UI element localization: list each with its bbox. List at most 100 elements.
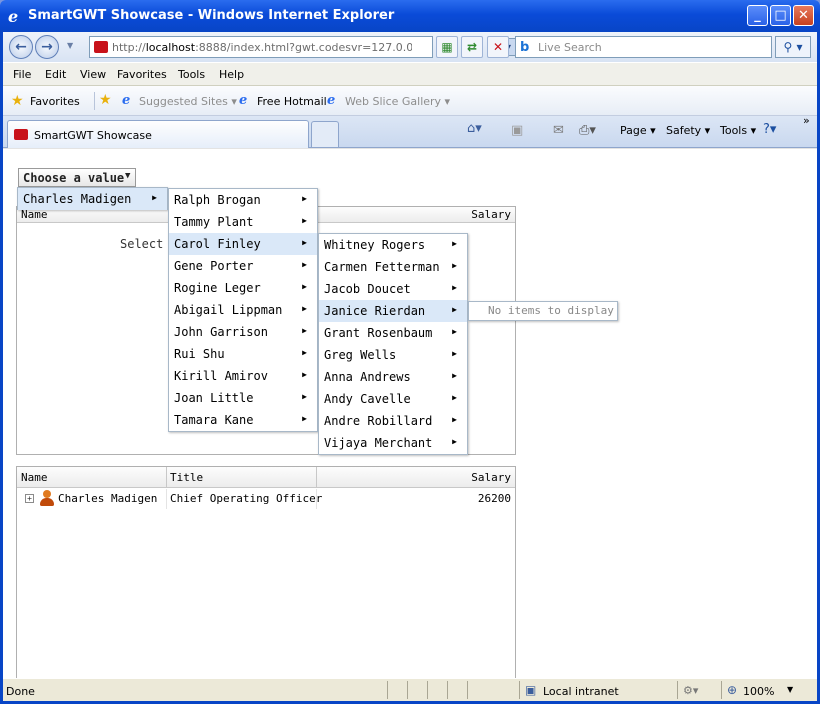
header-salary[interactable]: Salary bbox=[471, 471, 511, 484]
protected-mode-icon[interactable]: ⚙▾ bbox=[683, 684, 698, 697]
home-icon[interactable]: ⌂▾ bbox=[467, 121, 482, 136]
help-icon[interactable]: ?▾ bbox=[763, 122, 776, 137]
submenu-arrow-icon: ▶ bbox=[302, 392, 307, 401]
menu-item[interactable]: Whitney Rogers ▶ bbox=[319, 234, 467, 256]
window-titlebar[interactable]: e SmartGWT Showcase - Windows Internet E… bbox=[0, 0, 820, 32]
menu-item[interactable]: Jacob Doucet ▶ bbox=[319, 278, 467, 300]
divider bbox=[447, 681, 448, 699]
empty-menu-message: No items to display bbox=[488, 304, 614, 317]
table-row[interactable]: + Charles Madigen Chief Operating Office… bbox=[17, 489, 515, 509]
menu-item[interactable]: Andre Robillard ▶ bbox=[319, 410, 467, 432]
menu-item[interactable]: John Garrison ▶ bbox=[169, 321, 317, 343]
menu-tools[interactable]: Tools bbox=[178, 68, 205, 81]
stop-button[interactable]: ✕ bbox=[487, 36, 509, 58]
menu-item[interactable]: Tamara Kane ▶ bbox=[169, 409, 317, 431]
menu-favorites[interactable]: Favorites bbox=[117, 68, 167, 81]
favorites-button[interactable]: Favorites bbox=[30, 95, 80, 108]
forward-button[interactable]: → bbox=[35, 35, 59, 59]
close-window-button[interactable]: ✕ bbox=[793, 5, 814, 26]
security-zone[interactable]: Local intranet bbox=[543, 685, 619, 698]
menu-item[interactable]: Rogine Leger ▶ bbox=[169, 277, 317, 299]
zoom-dropdown-icon[interactable]: ▼ bbox=[787, 685, 793, 694]
menu-item[interactable]: Tammy Plant ▶ bbox=[169, 211, 317, 233]
tab-label: SmartGWT Showcase bbox=[34, 129, 152, 142]
expand-icon[interactable]: + bbox=[25, 494, 34, 503]
menu-item-label: Charles Madigen bbox=[23, 192, 132, 206]
page-menu[interactable]: Page ▾ bbox=[620, 124, 656, 137]
menu-item-label: Kirill Amirov bbox=[174, 369, 268, 383]
divider bbox=[427, 681, 428, 699]
search-input[interactable]: b Live Search bbox=[515, 36, 772, 58]
menu-help[interactable]: Help bbox=[219, 68, 244, 81]
suggested-sites-icon: e bbox=[122, 93, 131, 108]
menu-item-label: Abigail Lippman bbox=[174, 303, 283, 317]
minimize-button[interactable]: _ bbox=[747, 5, 768, 26]
url-text[interactable]: http://localhost:8888/index.html?gwt.cod… bbox=[112, 41, 412, 54]
menu-item[interactable]: Joan Little ▶ bbox=[169, 387, 317, 409]
safety-menu[interactable]: Safety ▾ bbox=[666, 124, 710, 137]
submenu-arrow-icon: ▶ bbox=[302, 260, 307, 269]
refresh-button[interactable]: ⇄ bbox=[461, 36, 483, 58]
menu-item-label: Rogine Leger bbox=[174, 281, 261, 295]
back-button[interactable]: ← bbox=[9, 35, 33, 59]
column-divider[interactable] bbox=[166, 467, 167, 488]
picker-submenu-level2: Whitney Rogers ▶ Carmen Fetterman ▶ Jacob … bbox=[318, 233, 468, 455]
menu-view[interactable]: View bbox=[80, 68, 106, 81]
print-icon[interactable]: ⎙▾ bbox=[579, 123, 596, 138]
menu-item[interactable]: Andy Cavelle ▶ bbox=[319, 388, 467, 410]
menu-item[interactable]: Anna Andrews ▶ bbox=[319, 366, 467, 388]
cell-title: Chief Operating Officer bbox=[170, 492, 323, 505]
menu-item[interactable]: Abigail Lippman ▶ bbox=[169, 299, 317, 321]
menu-item-label: Jacob Doucet bbox=[324, 282, 411, 296]
new-tab-button[interactable] bbox=[311, 121, 339, 147]
add-favorite-icon[interactable]: ★ bbox=[99, 92, 112, 108]
menu-item[interactable]: Kirill Amirov ▶ bbox=[169, 365, 317, 387]
cell-name: Charles Madigen bbox=[58, 492, 158, 505]
suggested-sites-link[interactable]: Suggested Sites ▾ bbox=[139, 95, 237, 108]
web-slice-gallery-link[interactable]: Web Slice Gallery ▾ bbox=[345, 95, 450, 108]
favorites-star-icon: ★ bbox=[11, 93, 24, 109]
header-name[interactable]: Name bbox=[21, 471, 48, 484]
header-salary[interactable]: Salary bbox=[471, 208, 511, 221]
menu-item-label: Ralph Brogan bbox=[174, 193, 261, 207]
submenu-arrow-icon: ▶ bbox=[452, 349, 457, 358]
cell-salary: 26200 bbox=[477, 492, 511, 505]
ie-logo-icon: e bbox=[8, 7, 19, 26]
tab-smartgwt-showcase[interactable]: SmartGWT Showcase bbox=[7, 120, 309, 148]
search-button[interactable]: ⚲ ▾ bbox=[775, 36, 811, 58]
menu-item[interactable]: Gene Porter ▶ bbox=[169, 255, 317, 277]
menu-item[interactable]: Ralph Brogan ▶ bbox=[169, 189, 317, 211]
zoom-level[interactable]: 100% bbox=[743, 685, 774, 698]
menu-item-selected[interactable]: Janice Rierdan ▶ bbox=[319, 300, 467, 322]
menu-item[interactable]: Vijaya Merchant ▶ bbox=[319, 432, 467, 454]
menu-item-charles-madigen[interactable]: Charles Madigen ▶ bbox=[18, 188, 167, 210]
feeds-icon[interactable]: ▣ bbox=[511, 123, 523, 138]
submenu-arrow-icon: ▶ bbox=[452, 393, 457, 402]
maximize-button[interactable]: □ bbox=[770, 5, 791, 26]
column-divider[interactable] bbox=[316, 467, 317, 488]
menu-item[interactable]: Greg Wells ▶ bbox=[319, 344, 467, 366]
menu-item[interactable]: Rui Shu ▶ bbox=[169, 343, 317, 365]
history-dropdown-icon[interactable]: ▼ bbox=[67, 41, 73, 50]
mail-icon[interactable]: ✉ bbox=[553, 123, 564, 138]
menu-edit[interactable]: Edit bbox=[45, 68, 66, 81]
search-placeholder: Live Search bbox=[538, 41, 602, 54]
divider bbox=[467, 681, 468, 699]
divider bbox=[94, 92, 95, 110]
compatibility-view-button[interactable]: ▦ bbox=[436, 36, 458, 58]
menu-item-label: Anna Andrews bbox=[324, 370, 411, 384]
menu-item[interactable]: Grant Rosenbaum ▶ bbox=[319, 322, 467, 344]
free-hotmail-link[interactable]: Free Hotmail bbox=[257, 95, 327, 108]
header-title[interactable]: Title bbox=[170, 471, 203, 484]
favorites-bar: ★ Favorites ★ e Suggested Sites ▾ e Free… bbox=[3, 86, 817, 116]
menu-file[interactable]: File bbox=[13, 68, 31, 81]
submenu-arrow-icon: ▶ bbox=[302, 304, 307, 313]
site-favicon-icon bbox=[14, 129, 28, 140]
chevron-more-icon[interactable]: » bbox=[803, 114, 810, 127]
tools-menu[interactable]: Tools ▾ bbox=[720, 124, 756, 137]
menu-item[interactable]: Carmen Fetterman ▶ bbox=[319, 256, 467, 278]
url-input[interactable]: http://localhost:8888/index.html?gwt.cod… bbox=[89, 36, 516, 58]
column-divider bbox=[166, 489, 167, 509]
menu-item-selected[interactable]: Carol Finley ▶ bbox=[169, 233, 317, 255]
choose-value-picker[interactable]: Choose a value ▼ bbox=[18, 168, 136, 187]
